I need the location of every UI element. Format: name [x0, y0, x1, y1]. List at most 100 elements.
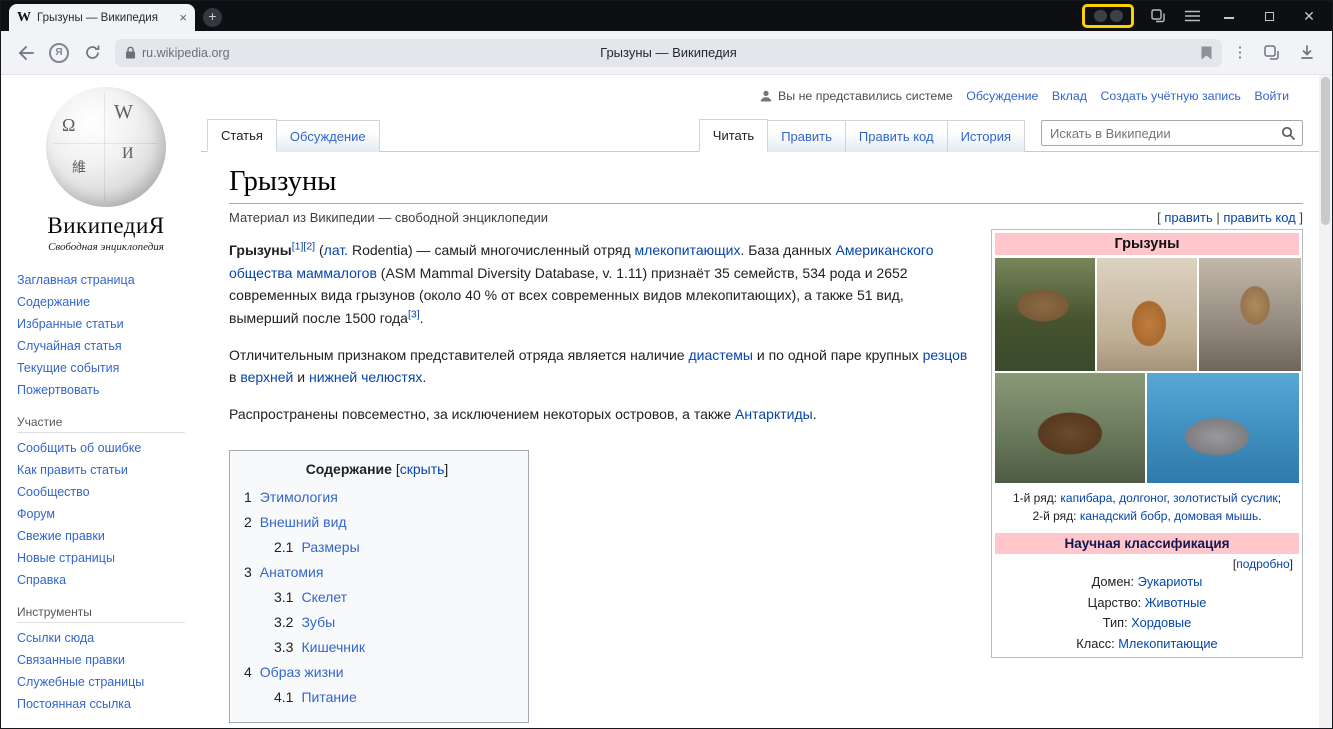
toc-item-anatomy[interactable]: 3Анатомия: [244, 560, 510, 585]
sidebar-item-featured[interactable]: Избранные статьи: [17, 313, 195, 335]
sidebar-item-forum[interactable]: Форум: [17, 503, 195, 525]
sidebar-item-report-error[interactable]: Сообщить об ошибке: [17, 437, 195, 459]
user-icon: [760, 90, 772, 102]
sidebar-item-current-events[interactable]: Текущие события: [17, 357, 195, 379]
sidebar-item-community[interactable]: Сообщество: [17, 481, 195, 503]
collections-icon[interactable]: [1258, 40, 1284, 66]
page-title: Грызуны: [229, 166, 1303, 204]
image-springhare[interactable]: [1097, 258, 1197, 371]
close-button[interactable]: ✕: [1296, 8, 1322, 25]
site-identity[interactable]: ru.wikipedia.org: [125, 46, 230, 60]
toc-hide-link[interactable]: [скрыть]: [392, 461, 448, 477]
inline-link[interactable]: править код: [1223, 210, 1295, 225]
reload-icon[interactable]: [79, 40, 105, 66]
toc-item-appearance[interactable]: 2Внешний вид: [244, 510, 510, 535]
inline-link[interactable]: диастемы: [688, 347, 753, 363]
inline-link[interactable]: млекопитающих: [635, 242, 741, 258]
inline-link[interactable]: капибара: [1060, 491, 1112, 505]
inline-link[interactable]: [3]: [408, 308, 420, 320]
image-golden-squirrel[interactable]: [1199, 258, 1301, 371]
toc-item-sizes[interactable]: 2.1Размеры: [244, 535, 510, 560]
search-input[interactable]: [1050, 126, 1281, 141]
image-house-mouse[interactable]: [1147, 373, 1299, 483]
inline-link[interactable]: Антарктиды: [735, 406, 813, 422]
sidebar-item-recent-changes[interactable]: Свежие правки: [17, 525, 195, 547]
tab-edit-source[interactable]: Править код: [846, 120, 948, 152]
sidebar-item-new-pages[interactable]: Новые страницы: [17, 547, 195, 569]
wikipedia-favicon: W: [17, 10, 31, 26]
toc-item-skeleton[interactable]: 3.1Скелет: [244, 585, 510, 610]
inline-link[interactable]: долгоног: [1119, 491, 1166, 505]
toc-item-etymology[interactable]: 1Этимология: [244, 485, 510, 510]
browser-tab[interactable]: W Грызуны — Википедия ×: [9, 4, 195, 31]
toc-item-nutrition[interactable]: 4.1Питание: [244, 685, 510, 710]
tab-edit[interactable]: Править: [768, 120, 846, 152]
bookmark-flag-icon[interactable]: [1201, 46, 1212, 60]
wiki-search[interactable]: [1041, 120, 1303, 146]
tax-value-link[interactable]: Млекопитающие: [1118, 636, 1217, 651]
sidebar-item-random[interactable]: Случайная статья: [17, 335, 195, 357]
inline-link[interactable]: лат.: [324, 242, 348, 258]
not-logged-in-notice: Вы не представились системе: [778, 89, 953, 103]
sidebar-item-how-to-edit[interactable]: Как править статьи: [17, 459, 195, 481]
titlebar-controls: ✕: [1082, 1, 1332, 31]
image-beaver[interactable]: [995, 373, 1145, 483]
inline-link[interactable]: золотистый суслик: [1173, 491, 1278, 505]
sidebar-item-special-pages[interactable]: Служебные страницы: [17, 671, 195, 693]
inline-link[interactable]: [2]: [303, 240, 315, 252]
search-icon[interactable]: [1281, 126, 1296, 141]
inline-link[interactable]: править: [1164, 210, 1212, 225]
sidebar-item-related-changes[interactable]: Связанные правки: [17, 649, 195, 671]
personal-link-login[interactable]: Войти: [1254, 89, 1289, 103]
tab-close-icon[interactable]: ×: [179, 10, 187, 25]
tab-groups-icon[interactable]: [1148, 1, 1168, 31]
tab-article[interactable]: Статья: [207, 119, 277, 152]
address-bar[interactable]: ru.wikipedia.org Грызуны — Википедия: [115, 39, 1222, 67]
sidebar-participation: Сообщить об ошибке Как править статьи Со…: [17, 437, 195, 591]
tax-value-link[interactable]: Хордовые: [1131, 615, 1191, 630]
tab-discussion[interactable]: Обсуждение: [277, 120, 380, 152]
text-segment: 2-й ряд:: [1032, 509, 1079, 523]
toc-item-intestine[interactable]: 3.3Кишечник: [244, 635, 510, 660]
sidebar-item-contents[interactable]: Содержание: [17, 291, 195, 313]
yandex-button[interactable]: Я: [49, 43, 69, 63]
details-link[interactable]: [подробно]: [995, 554, 1299, 572]
tab-read[interactable]: Читать: [699, 119, 768, 152]
scrollbar-track[interactable]: [1319, 75, 1332, 728]
inline-link[interactable]: скрыть: [400, 461, 445, 477]
inline-link[interactable]: подробно: [1236, 557, 1289, 571]
sidebar-item-main-page[interactable]: Заглавная страница: [17, 269, 195, 291]
new-tab-button[interactable]: +: [203, 8, 222, 27]
tax-value-link[interactable]: Животные: [1145, 595, 1207, 610]
inline-link[interactable]: нижней челюстях: [309, 369, 422, 385]
highlighted-sidebar-panels-button[interactable]: [1082, 4, 1134, 28]
personal-link-talk[interactable]: Обсуждение: [966, 89, 1038, 103]
sidebar-item-help[interactable]: Справка: [17, 569, 195, 591]
personal-link-contributions[interactable]: Вклад: [1052, 89, 1087, 103]
personal-link-create-account[interactable]: Создать учётную запись: [1100, 89, 1240, 103]
maximize-button[interactable]: [1256, 8, 1282, 24]
inline-link[interactable]: [1]: [292, 240, 304, 252]
inline-link[interactable]: домовая мышь: [1174, 509, 1258, 523]
minimize-button[interactable]: [1216, 8, 1242, 24]
tax-row-phylum: Тип: Хордовые: [995, 613, 1299, 634]
inline-link[interactable]: резцов: [923, 347, 968, 363]
sidebar-item-donate[interactable]: Пожертвовать: [17, 379, 195, 401]
sidebar-item-permanent-link[interactable]: Постоянная ссылка: [17, 693, 195, 715]
sidebar-item-what-links-here[interactable]: Ссылки сюда: [17, 627, 195, 649]
toc-item-lifestyle[interactable]: 4Образ жизни: [244, 660, 510, 685]
tab-history[interactable]: История: [948, 120, 1025, 152]
wikipedia-globe-logo[interactable]: Ω W И 維: [46, 87, 166, 207]
more-options-icon[interactable]: ⋮: [1232, 49, 1248, 57]
back-icon[interactable]: [13, 40, 39, 66]
wikipedia-wordmark[interactable]: ВикипедиЯ: [17, 213, 195, 239]
inline-link[interactable]: канадский бобр: [1080, 509, 1168, 523]
menu-icon[interactable]: [1182, 1, 1202, 31]
image-capybara[interactable]: [995, 258, 1095, 371]
scrollbar-thumb[interactable]: [1321, 77, 1330, 225]
downloads-icon[interactable]: [1294, 40, 1320, 66]
tax-value-link[interactable]: Эукариоты: [1138, 574, 1203, 589]
inline-link[interactable]: верхней: [240, 369, 293, 385]
personal-bar: Вы не представились системе Обсуждение В…: [201, 75, 1319, 103]
toc-item-teeth[interactable]: 3.2Зубы: [244, 610, 510, 635]
